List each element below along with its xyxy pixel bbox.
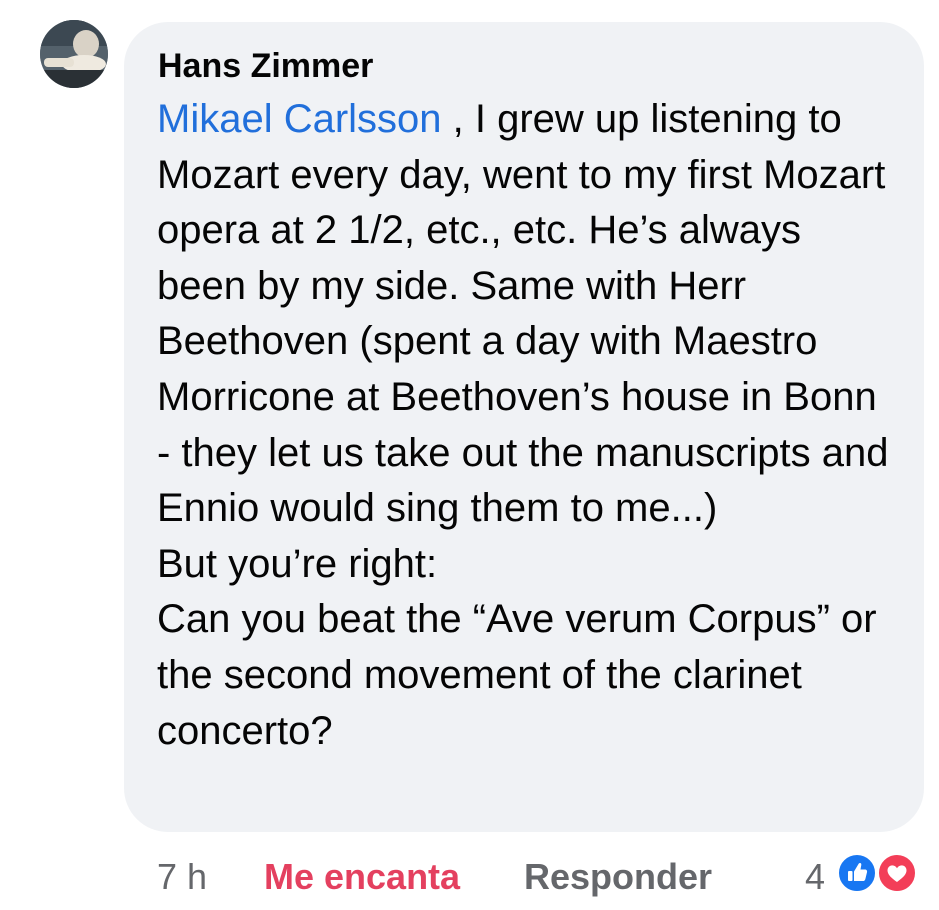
timestamp[interactable]: 7 h [157,854,207,900]
comment-bubble: Hans Zimmer Mikael Carlsson , I grew up … [124,22,924,832]
comment-container: Hans Zimmer Mikael Carlsson , I grew up … [0,0,939,910]
comment-body-text: , I grew up listening to Mozart every da… [157,97,889,753]
love-icon[interactable] [876,852,918,894]
reaction-button[interactable]: Me encanta [264,854,460,900]
comment-text: Mikael Carlsson , I grew up listening to… [157,92,897,759]
comment-actions: 7 h Me encanta Responder 4 [0,850,939,906]
like-icon[interactable] [836,852,878,894]
reply-button[interactable]: Responder [524,854,712,900]
mention-link[interactable]: Mikael Carlsson [157,97,442,141]
author-name[interactable]: Hans Zimmer [158,44,373,88]
avatar[interactable] [40,20,108,88]
reaction-count[interactable]: 4 [805,854,825,900]
